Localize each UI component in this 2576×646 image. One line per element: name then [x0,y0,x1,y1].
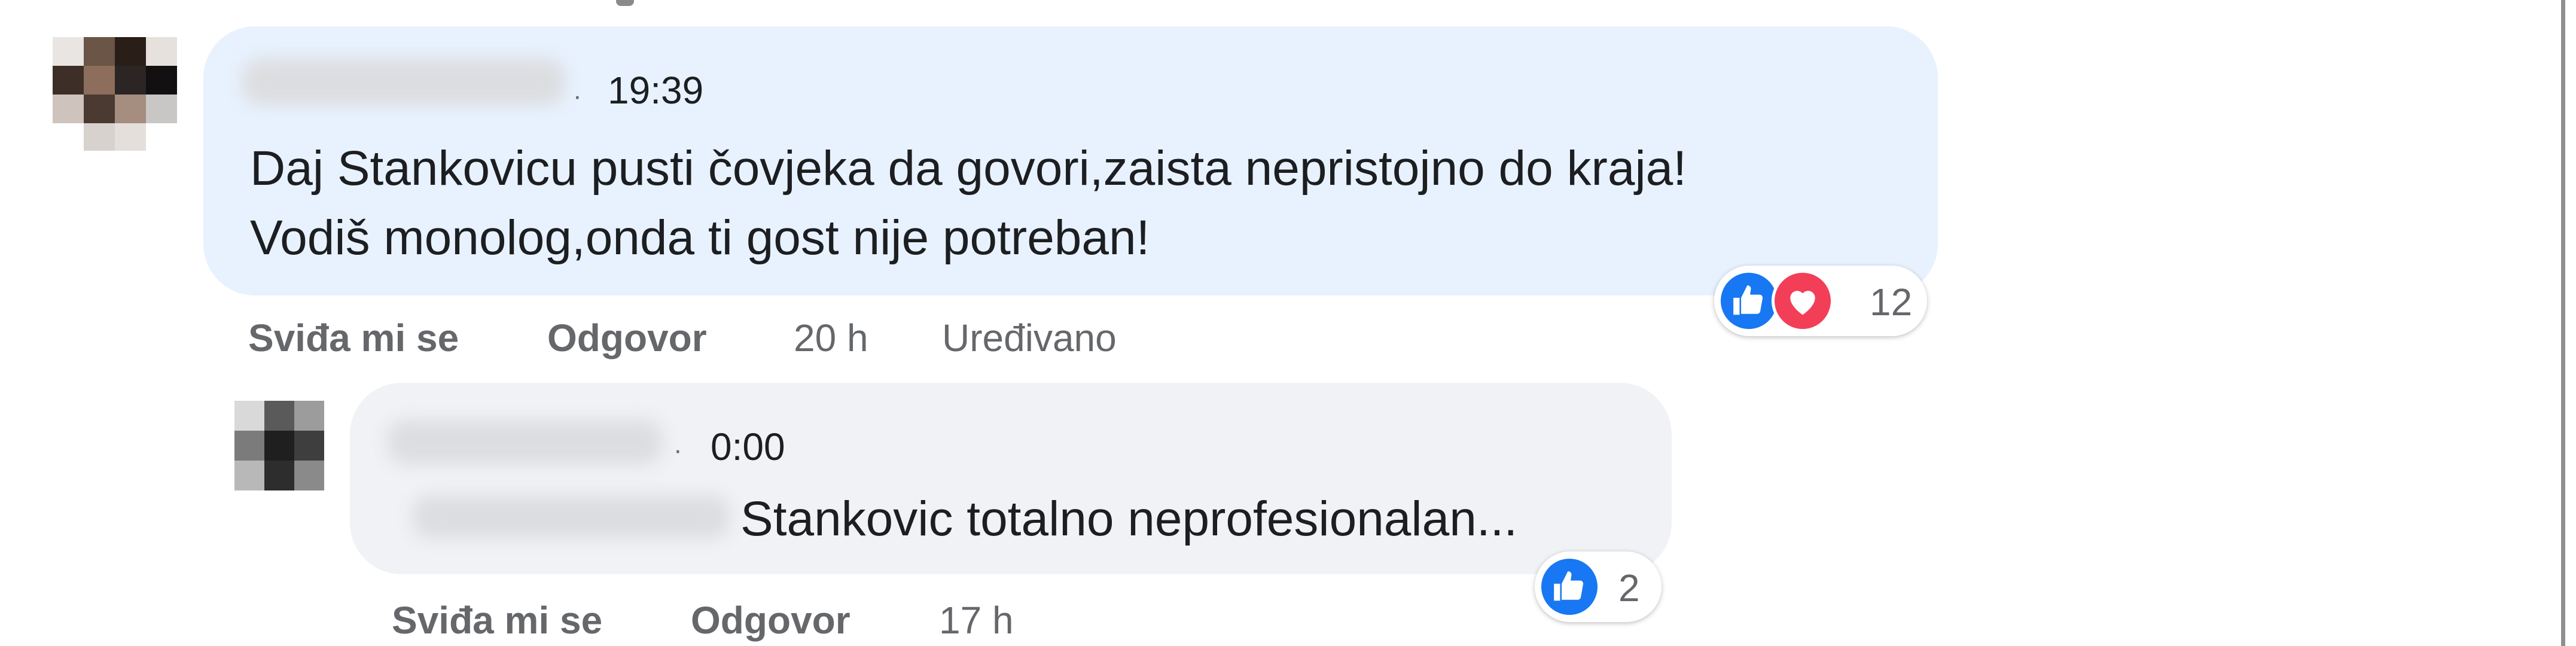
reply-timestamp[interactable]: 0:00 [711,425,785,469]
scrollbar-track[interactable] [2561,0,2565,646]
reply-age[interactable]: 17 h [939,598,1014,642]
like-button[interactable]: Sviđa mi se [248,316,459,360]
comment-avatar[interactable] [53,37,177,151]
comment-reaction-count: 12 [1870,281,1913,324]
edited-label[interactable]: Uređivano [942,316,1117,360]
reply-reply-button[interactable]: Odgovor [691,598,850,642]
separator-dot: · [673,435,682,465]
comment-text-line-1: Daj Stankovicu pusti čovjeka da govori,z… [250,141,1687,196]
separator-dot: · [573,81,582,111]
like-icon [1718,270,1780,332]
comment-author-name-redacted[interactable] [242,59,565,105]
reply-reactions[interactable]: 2 [1535,551,1662,622]
reply-avatar[interactable] [234,401,324,490]
love-icon [1772,270,1834,332]
reply-author-name-redacted[interactable] [388,420,663,464]
reply-button[interactable]: Odgovor [547,316,707,360]
comment-reactions[interactable]: 12 [1714,266,1927,336]
comment-timestamp[interactable]: 19:39 [608,68,703,112]
like-icon [1538,556,1601,618]
reply-like-button[interactable]: Sviđa mi se [392,598,602,642]
previous-content-fragment [616,0,634,6]
comment-text-line-2: Vodiš monolog,onda ti gost nije potreban… [250,211,1150,265]
reply-reaction-count: 2 [1618,566,1640,610]
mentioned-user-redacted[interactable] [413,495,730,538]
comment-age[interactable]: 20 h [794,316,868,360]
reply-text: Stankovic totalno neprofesionalan... [740,492,1518,546]
